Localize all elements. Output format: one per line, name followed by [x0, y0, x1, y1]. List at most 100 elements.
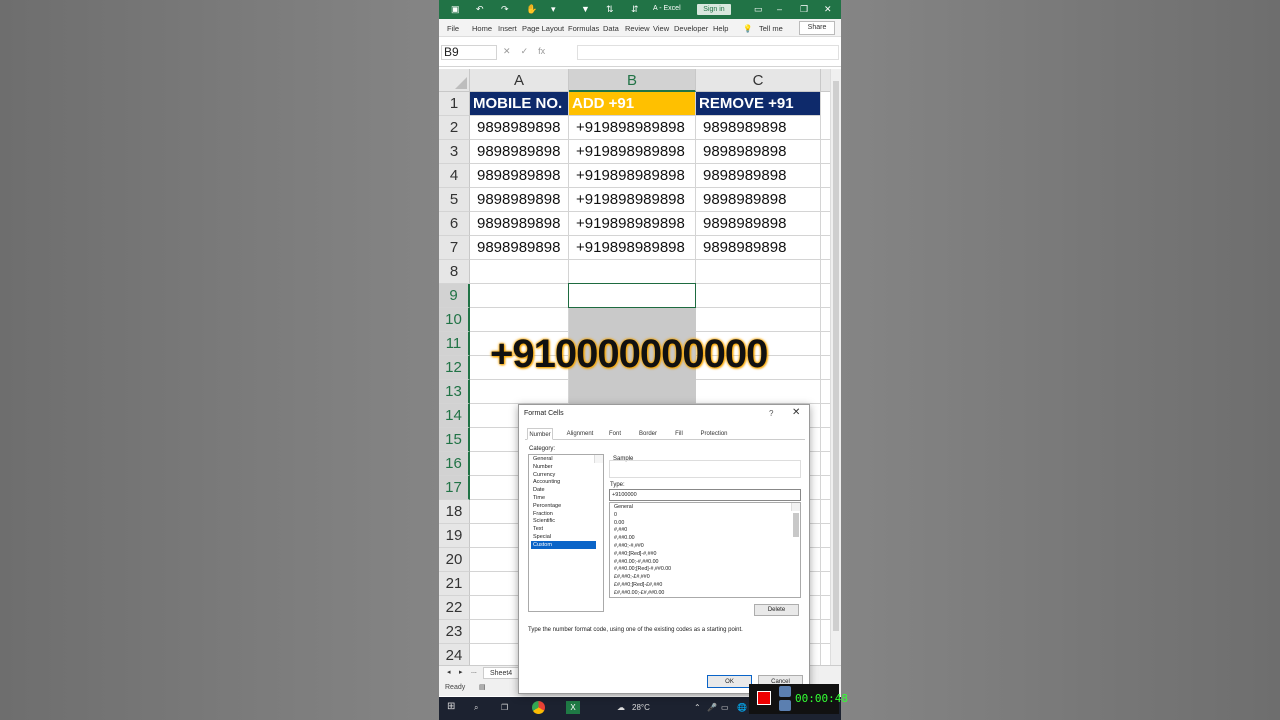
- cancel-formula-icon[interactable]: ✕: [503, 46, 511, 56]
- cell-c5[interactable]: 9898989898: [696, 188, 821, 212]
- cell-a9[interactable]: [470, 284, 569, 308]
- tab-border[interactable]: Border: [635, 428, 661, 440]
- tab-file[interactable]: File: [447, 24, 459, 33]
- row-header-16[interactable]: 16: [439, 452, 470, 476]
- row-header-17[interactable]: 17: [439, 476, 470, 500]
- cell-a5[interactable]: 9898989898: [470, 188, 569, 212]
- minimize-icon[interactable]: –: [777, 4, 782, 14]
- restore-icon[interactable]: ❐: [800, 4, 808, 14]
- stop-record-button[interactable]: [757, 691, 771, 705]
- more-sheets[interactable]: ...: [471, 668, 477, 675]
- tab-view[interactable]: View: [653, 24, 669, 33]
- row-header-4[interactable]: 4: [439, 164, 470, 188]
- cell-c1[interactable]: REMOVE +91: [696, 92, 821, 116]
- row-header-18[interactable]: 18: [439, 500, 470, 524]
- format-code-item[interactable]: 0.00: [612, 519, 800, 527]
- category-item[interactable]: Scientific: [531, 517, 603, 525]
- row-header-12[interactable]: 12: [439, 356, 470, 380]
- sort-desc-icon[interactable]: ⇵: [631, 4, 639, 14]
- format-code-item[interactable]: #,##0.00: [612, 534, 800, 542]
- cell-b13[interactable]: [569, 380, 696, 404]
- category-list[interactable]: General Number Currency Accounting Date Time P…: [528, 454, 604, 612]
- cell-b2[interactable]: +919898989898: [569, 116, 696, 140]
- tab-review[interactable]: Review: [625, 24, 650, 33]
- scroll-thumb[interactable]: [833, 81, 839, 631]
- category-item[interactable]: Special: [531, 533, 603, 541]
- row-header-7[interactable]: 7: [439, 236, 470, 260]
- cell-c3[interactable]: 9898989898: [696, 140, 821, 164]
- tab-developer[interactable]: Developer: [674, 24, 708, 33]
- cell-a4[interactable]: 9898989898: [470, 164, 569, 188]
- format-code-list[interactable]: General 0 0.00 #,##0 #,##0.00 #,##0;-#,##0 #,#…: [609, 502, 801, 598]
- category-item[interactable]: Date: [531, 486, 603, 494]
- insert-function-icon[interactable]: fx: [538, 46, 545, 56]
- category-scrollbar[interactable]: [594, 455, 603, 463]
- tab-help[interactable]: Help: [713, 24, 728, 33]
- next-sheet-icon[interactable]: ▸: [459, 668, 463, 676]
- tab-home[interactable]: Home: [472, 24, 492, 33]
- tab-insert[interactable]: Insert: [498, 24, 517, 33]
- cell-c10[interactable]: [696, 308, 821, 332]
- tab-fill[interactable]: Fill: [671, 428, 687, 440]
- row-header-14[interactable]: 14: [439, 404, 470, 428]
- cell-a13[interactable]: [470, 380, 569, 404]
- category-item[interactable]: Fraction: [531, 510, 603, 518]
- category-item[interactable]: Accounting: [531, 478, 603, 486]
- type-input[interactable]: +9100000: [609, 489, 801, 501]
- column-header-b[interactable]: B: [569, 69, 696, 92]
- category-item[interactable]: Time: [531, 494, 603, 502]
- cell-b6[interactable]: +919898989898: [569, 212, 696, 236]
- row-header-5[interactable]: 5: [439, 188, 470, 212]
- save-icon[interactable]: ▣: [451, 4, 460, 14]
- row-header-13[interactable]: 13: [439, 380, 470, 404]
- column-header-a[interactable]: A: [470, 69, 569, 92]
- cell-c2[interactable]: 9898989898: [696, 116, 821, 140]
- cell-a8[interactable]: [470, 260, 569, 284]
- row-header-15[interactable]: 15: [439, 428, 470, 452]
- cell-a1[interactable]: MOBILE NO.: [470, 92, 569, 116]
- cell-b8[interactable]: [569, 260, 696, 284]
- tab-page-layout[interactable]: Page Layout: [522, 24, 564, 33]
- row-header-20[interactable]: 20: [439, 548, 470, 572]
- tab-data[interactable]: Data: [603, 24, 619, 33]
- format-list-scrollbar[interactable]: [791, 503, 800, 537]
- row-header-19[interactable]: 19: [439, 524, 470, 548]
- row-header-1[interactable]: 1: [439, 92, 470, 116]
- tray-chevron-icon[interactable]: ⌃: [694, 703, 701, 712]
- cell-b3[interactable]: +919898989898: [569, 140, 696, 164]
- excel-taskbar-icon[interactable]: X: [566, 701, 580, 714]
- cell-b4[interactable]: +919898989898: [569, 164, 696, 188]
- close-icon[interactable]: ✕: [824, 4, 832, 14]
- format-code-item[interactable]: £#,##0.00;-£#,##0.00: [612, 589, 800, 597]
- row-header-10[interactable]: 10: [439, 308, 470, 332]
- chrome-icon[interactable]: [532, 701, 545, 714]
- format-code-item[interactable]: £#,##0;-£#,##0: [612, 573, 800, 581]
- tab-alignment[interactable]: Alignment: [563, 428, 597, 440]
- touch-mode-icon[interactable]: ✋: [526, 4, 537, 14]
- ok-button[interactable]: OK: [707, 675, 752, 688]
- redo-icon[interactable]: ↷: [501, 4, 509, 14]
- cell-c9[interactable]: [696, 284, 821, 308]
- category-item[interactable]: Percentage: [531, 502, 603, 510]
- filter-icon[interactable]: ▼: [581, 4, 590, 14]
- search-icon[interactable]: ⌕: [474, 703, 478, 713]
- cell-c4[interactable]: 9898989898: [696, 164, 821, 188]
- category-item[interactable]: Currency: [531, 471, 603, 479]
- cell-c13[interactable]: [696, 380, 821, 404]
- cell-c8[interactable]: [696, 260, 821, 284]
- sign-in-button[interactable]: Sign in: [697, 4, 731, 15]
- cell-b5[interactable]: +919898989898: [569, 188, 696, 212]
- row-header-9[interactable]: 9: [439, 284, 470, 308]
- format-code-item[interactable]: #,##0.00;-#,##0.00: [612, 558, 800, 566]
- row-header-2[interactable]: 2: [439, 116, 470, 140]
- undo-icon[interactable]: ↶: [476, 4, 484, 14]
- active-cell-b9[interactable]: [568, 283, 696, 308]
- row-header-21[interactable]: 21: [439, 572, 470, 596]
- confirm-formula-icon[interactable]: ✓: [521, 46, 529, 56]
- task-view-icon[interactable]: ❐: [501, 703, 508, 712]
- sort-asc-icon[interactable]: ⇅: [606, 4, 614, 14]
- cell-a7[interactable]: 9898989898: [470, 236, 569, 260]
- pause-icon[interactable]: [779, 700, 791, 711]
- format-code-item[interactable]: #,##0.00;[Red]-#,##0.00: [612, 565, 800, 573]
- dialog-close-icon[interactable]: ✕: [792, 407, 800, 418]
